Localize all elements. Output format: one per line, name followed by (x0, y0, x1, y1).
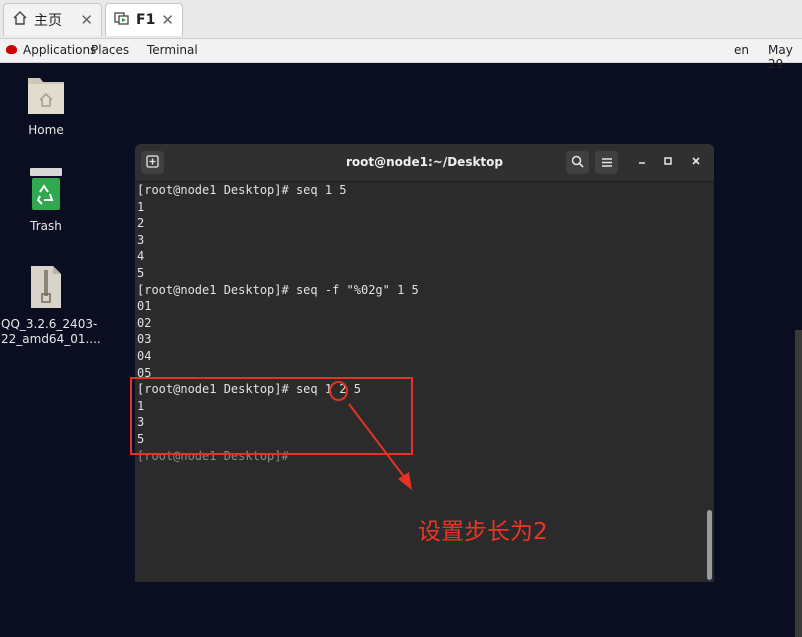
annotation-arrow-icon (348, 403, 412, 490)
annotation-label: 设置步长为2 (418, 519, 548, 545)
